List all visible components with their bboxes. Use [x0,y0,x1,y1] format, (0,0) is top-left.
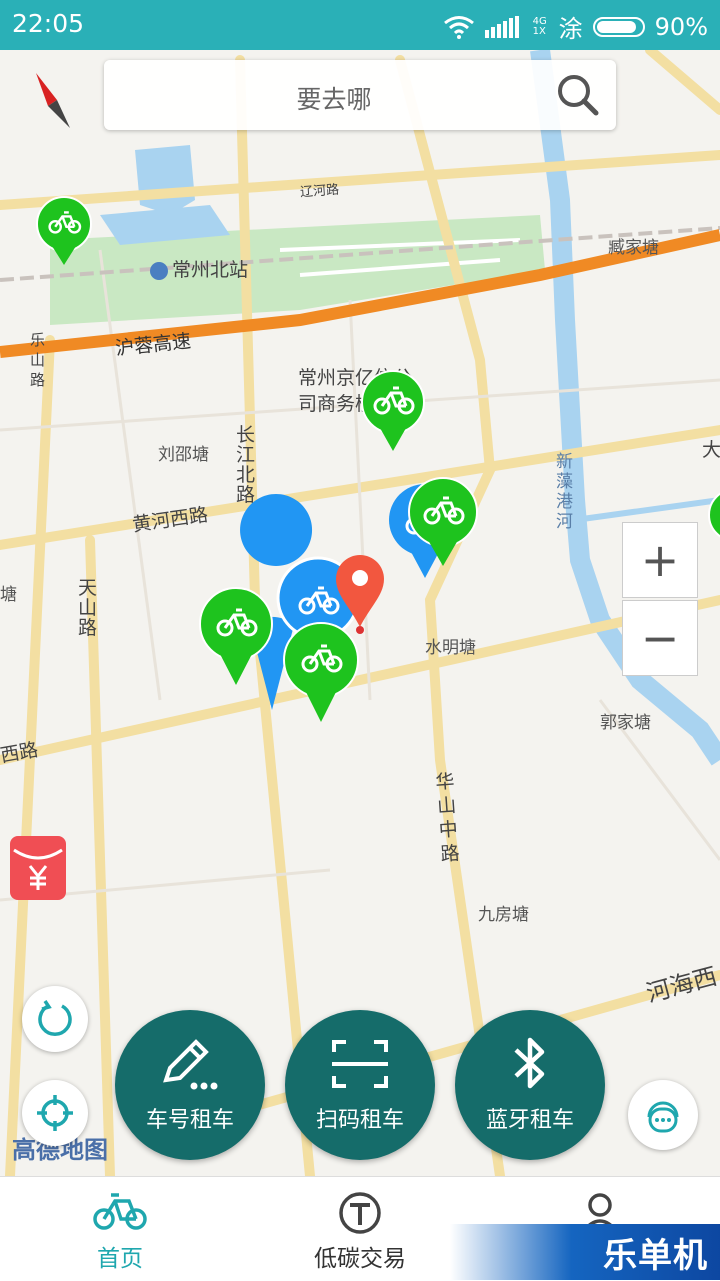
tab-home[interactable]: 首页 [0,1177,240,1281]
signal-icon [484,15,519,38]
zoom-in-button[interactable]: + [622,522,698,598]
yuan-icon [13,848,63,890]
bike-pin-green[interactable] [199,587,273,685]
search-bar[interactable]: 要去哪 [104,60,616,130]
battery-percent: 90% [654,12,708,41]
locate-button[interactable] [22,1080,88,1146]
bicycle-icon [93,1193,147,1230]
map-view[interactable]: 常州北站 常州京亿信公 司商务楼 刘邵塘 臧家塘 水明塘 郭家塘 九房塘 塘 沪蓉… [0,50,720,1176]
battery-icon [592,16,645,37]
zoom-out-button[interactable]: − [622,600,698,676]
compass-icon[interactable] [36,73,70,128]
search-input[interactable]: 要去哪 [104,80,564,116]
watermark: 乐单机 [450,1224,720,1280]
search-icon[interactable] [556,73,600,117]
scan-to-rent-button[interactable]: 扫码租车 [285,1010,435,1160]
watermark-text: 乐单机 [603,1236,708,1276]
bluetooth-rent-button[interactable]: 蓝牙租车 [455,1010,605,1160]
tab-low-carbon-label: 低碳交易 [314,1246,406,1272]
status-indicators: 4G 1X 涂 90% [443,9,708,44]
pencil-icon [163,1039,218,1090]
status-bar: 22:05 4G 1X 涂 90% [0,0,720,50]
tab-home-label: 首页 [97,1246,143,1272]
status-time: 22:05 [12,9,85,38]
bluetooth-icon [514,1037,545,1089]
scan-to-rent-label: 扫码租车 [315,1108,404,1133]
app-indicator: 涂 [558,15,583,43]
rent-by-number-button[interactable]: 车号租车 [115,1010,265,1160]
bluetooth-rent-label: 蓝牙租车 [485,1108,574,1133]
tab-low-carbon[interactable]: 低碳交易 [240,1177,480,1281]
bike-pin-green[interactable] [283,622,359,722]
refresh-button[interactable] [22,986,88,1052]
refresh-icon [38,1000,72,1036]
network-type: 4G 1X [532,15,547,37]
bike-pin-green[interactable] [708,489,720,541]
bike-pins-layer [36,73,720,722]
bike-pin-green[interactable] [361,370,425,451]
bike-pin-green[interactable] [36,196,92,265]
customer-service-button[interactable] [628,1080,698,1150]
scan-icon [332,1040,388,1088]
rent-by-number-label: 车号租车 [145,1108,234,1133]
coin-t-icon [339,1192,381,1234]
red-packet-button[interactable] [10,836,66,900]
wifi-icon [443,15,474,39]
headset-icon [647,1101,679,1133]
crosshair-icon [37,1095,73,1131]
